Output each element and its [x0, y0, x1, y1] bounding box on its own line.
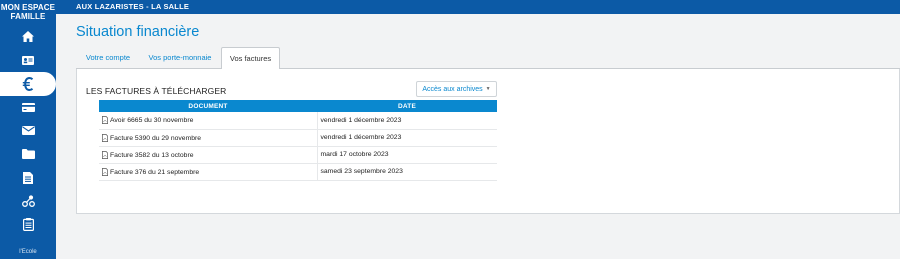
document-link[interactable]: Facture 3582 du 13 octobre: [110, 152, 194, 159]
sidebar-footer-label[interactable]: l'Ecole: [0, 249, 56, 255]
table-row: Facture 376 du 21 septembre samedi 23 se…: [99, 163, 497, 181]
home-icon: [22, 31, 34, 43]
section-title: LES FACTURES À TÉLÉCHARGER: [86, 86, 227, 96]
sidebar-item-documents[interactable]: [0, 143, 56, 167]
document-cell[interactable]: Facture 3582 du 13 octobre: [99, 146, 318, 164]
table-header-row: DOCUMENT DATE: [99, 100, 497, 112]
table-row: Avoir 6665 du 30 novembre vendredi 1 déc…: [99, 112, 497, 130]
sidebar-item-payment[interactable]: [0, 96, 56, 120]
clipboard-list-icon: [22, 218, 34, 232]
sidebar-item-forms[interactable]: [0, 166, 56, 190]
euro-icon: [22, 76, 34, 91]
page-title: Situation financière: [76, 24, 200, 40]
archives-dropdown-button[interactable]: Accès aux archives ▼: [416, 81, 497, 97]
date-cell: vendredi 1 décembre 2023: [317, 129, 497, 147]
document-cell[interactable]: Avoir 6665 du 30 novembre: [99, 112, 318, 130]
document-link[interactable]: Facture 376 du 21 septembre: [110, 169, 199, 176]
table-row: Facture 5390 du 29 novembre vendredi 1 d…: [99, 129, 497, 147]
pdf-file-icon: [102, 116, 108, 125]
brand-line-1: MON ESPACE: [0, 3, 56, 12]
top-bar: AUX LAZARISTES - LA SALLE: [56, 0, 900, 14]
sidebar-item-home[interactable]: [0, 25, 56, 49]
pdf-file-icon: [102, 133, 108, 142]
document-link[interactable]: Facture 5390 du 29 novembre: [110, 135, 201, 142]
date-cell: vendredi 1 décembre 2023: [317, 112, 497, 130]
date-cell: samedi 23 septembre 2023: [317, 163, 497, 181]
sidebar-item-checklist[interactable]: [0, 213, 56, 237]
archives-button-label: Accès aux archives: [422, 86, 483, 93]
column-header-date: DATE: [317, 100, 497, 112]
document-cell[interactable]: Facture 5390 du 29 novembre: [99, 129, 318, 147]
sidebar-item-network[interactable]: [0, 190, 56, 214]
envelope-icon: [21, 126, 35, 136]
pdf-file-icon: [102, 150, 108, 159]
credit-card-icon: [21, 102, 35, 112]
column-header-document: DOCUMENT: [99, 100, 317, 112]
pdf-file-icon: [102, 167, 108, 176]
document-link[interactable]: Avoir 6665 du 30 novembre: [110, 117, 193, 124]
document-cell[interactable]: Facture 376 du 21 septembre: [99, 163, 318, 181]
table-row: Facture 3582 du 13 octobre mardi 17 octo…: [99, 146, 497, 164]
id-card-icon: [22, 55, 34, 65]
tab-vos-factures[interactable]: Vos factures: [221, 47, 280, 70]
date-cell: mardi 17 octobre 2023: [317, 146, 497, 164]
sidebar-item-finance[interactable]: [0, 72, 56, 96]
file-text-icon: [23, 171, 33, 184]
main-content: Situation financière Votre compte Vos po…: [56, 14, 900, 259]
sidebar: MON ESPACE FAMILLE l'Ecole: [0, 0, 56, 259]
brand-line-2: FAMILLE: [10, 12, 46, 21]
folder-icon: [21, 149, 35, 160]
caret-down-icon: ▼: [485, 86, 491, 92]
sidebar-item-messages[interactable]: [0, 119, 56, 143]
brand-title: MON ESPACE FAMILLE: [0, 0, 56, 25]
sidebar-item-profile[interactable]: [0, 49, 56, 73]
invoices-panel: LES FACTURES À TÉLÉCHARGER Accès aux arc…: [76, 69, 900, 214]
tab-votre-compte[interactable]: Votre compte: [76, 47, 140, 69]
school-name: AUX LAZARISTES - LA SALLE: [76, 2, 190, 11]
invoices-table: DOCUMENT DATE Avoir 6665 du 30 novembre …: [99, 100, 497, 181]
tab-vos-porte-monnaie[interactable]: Vos porte-monnaie: [140, 47, 220, 69]
share-nodes-icon: [21, 195, 35, 208]
tab-bar: Votre compte Vos porte-monnaie Vos factu…: [76, 47, 900, 70]
